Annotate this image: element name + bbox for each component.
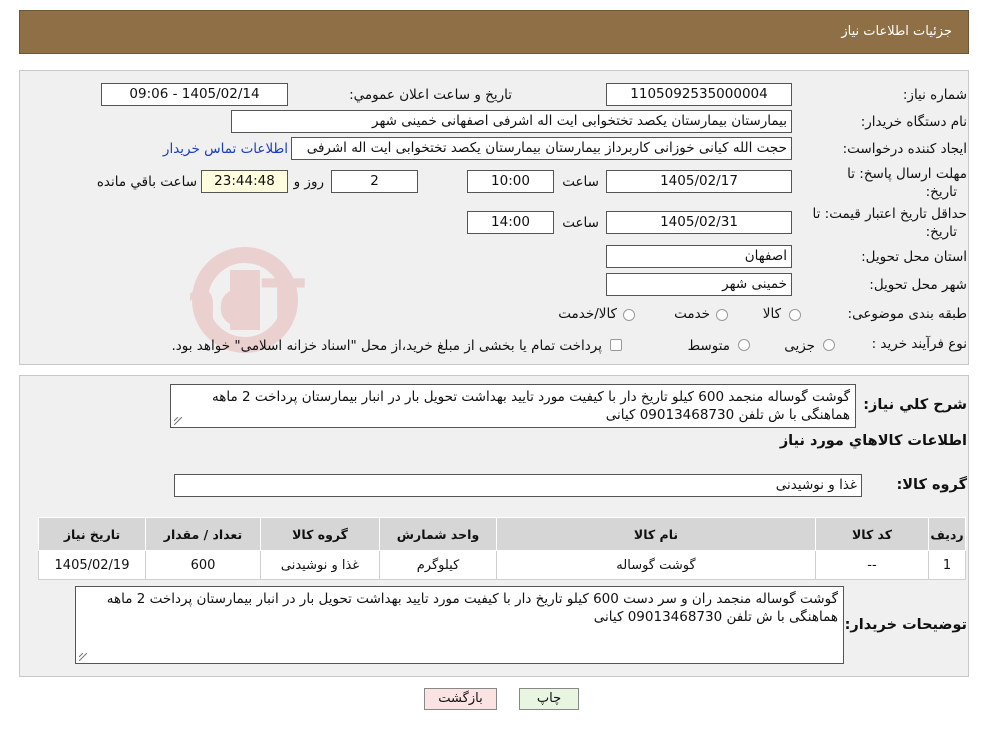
validity-label: حداقل تاریخ اعتبار قیمت: تا [812,206,967,222]
goods-table-wrapper: ردیف کد کالا نام کالا واحد شمارش گروه کا… [38,517,966,580]
process-option-minor: جزیی [784,338,815,354]
deadline-time-field[interactable]: 10:00 [467,170,554,193]
cell-goods-name: گوشت گوساله [496,550,816,580]
cell-row-number: 1 [928,550,966,580]
col-unit: واحد شمارش [379,517,497,551]
creator-field[interactable]: حجت الله کیانی خوزانی کاربرداز بیمارستان… [291,137,792,160]
need-number-field[interactable]: 1105092535000004 [606,83,792,106]
goods-table: ردیف کد کالا نام کالا واحد شمارش گروه کا… [38,517,966,580]
days-field[interactable]: 2 [331,170,418,193]
city-label: شهر محل تحویل: [869,277,967,293]
buyer-org-field[interactable]: بیمارستان بیمارستان یکصد تختخوابی ایت ال… [231,110,792,133]
announce-datetime-field[interactable]: 1405/02/14 - 09:06 [101,83,288,106]
need-summary-label: شرح کلي نیاز: [863,397,967,413]
category-option-goods: کالا [762,306,781,322]
days-label: روز و [293,174,324,190]
cell-unit: کیلوگرم [379,550,497,580]
need-number-label: شماره نیاز: [902,87,967,103]
cell-goods-code: -- [815,550,929,580]
cell-quantity: 600 [145,550,261,580]
buyer-contact-link[interactable]: اطلاعات تماس خریدار [163,141,288,157]
announce-datetime-label: تاریخ و ساعت اعلان عمومي: [349,87,512,103]
col-need-date: تاریخ نیاز [38,517,146,551]
deadline-label: مهلت ارسال پاسخ: تا [847,166,967,182]
goods-table-header: ردیف کد کالا نام کالا واحد شمارش گروه کا… [38,517,966,551]
table-row: 1 -- گوشت گوساله کیلوگرم غذا و نوشیدنی 6… [38,550,966,580]
city-field[interactable]: خمینی شهر [606,273,792,296]
process-radio-minor[interactable] [823,339,835,351]
category-radio-goods-service[interactable] [623,309,635,321]
cell-goods-group: غذا و نوشیدنی [260,550,380,580]
col-goods-group: گروه کالا [260,517,380,551]
remaining-time-field: 23:44:48 [201,170,288,193]
deadline-date-field[interactable]: 1405/02/17 [606,170,792,193]
col-quantity: تعداد / مقدار [145,517,261,551]
process-type-label: نوع فرآیند خرید : [871,336,967,352]
resize-grip-icon[interactable] [174,417,182,425]
deadline-time-label: ساعت [562,174,599,190]
remaining-time-label: ساعت باقي مانده [96,174,197,190]
need-summary-textarea[interactable]: گوشت گوساله منجمد 600 کیلو تاریخ دار با … [170,384,856,428]
treasury-checkbox[interactable] [610,339,622,351]
process-option-medium: متوسط [687,338,730,354]
validity-label-date: تاریخ: [925,224,957,240]
col-goods-code: کد کالا [815,517,929,551]
deadline-label-date: تاریخ: [925,184,957,200]
page-header: جزئیات اطلاعات نیاز [19,10,969,54]
goods-group-field[interactable]: غذا و نوشیدنی [174,474,862,497]
validity-time-field[interactable]: 14:00 [467,211,554,234]
province-field[interactable]: اصفهان [606,245,792,268]
need-summary-text: گوشت گوساله منجمد 600 کیلو تاریخ دار با … [211,389,850,423]
category-option-service: خدمت [674,306,710,322]
print-button[interactable]: چاپ [519,688,579,710]
validity-date-field[interactable]: 1405/02/31 [606,211,792,234]
process-radio-medium[interactable] [738,339,750,351]
page-title: جزئیات اطلاعات نیاز [841,24,952,39]
category-label: طبقه بندی موضوعی: [847,306,967,322]
goods-info-title: اطلاعات کالاهاي مورد نیاز [779,433,967,449]
category-radio-service[interactable] [716,309,728,321]
goods-group-label: گروه کالا: [896,477,967,493]
cell-need-date: 1405/02/19 [38,550,146,580]
validity-time-label: ساعت [562,215,599,231]
buyer-notes-textarea[interactable]: گوشت گوساله منجمد ران و سر دست 600 کیلو … [75,586,844,664]
col-row-number: ردیف [928,517,966,551]
province-label: استان محل تحویل: [861,249,967,265]
buyer-notes-label: توضیحات خریدار: [844,617,967,633]
back-button[interactable]: بازگشت [424,688,497,710]
category-option-goods-service: کالا/خدمت [558,306,617,322]
resize-grip-icon[interactable] [79,653,87,661]
col-goods-name: نام کالا [496,517,816,551]
process-note: پرداخت تمام یا بخشی از مبلغ خرید،از محل … [171,338,602,354]
watermark-text: AriaTender.neT [190,267,305,341]
creator-label: ایجاد کننده درخواست: [842,141,967,157]
buyer-notes-text: گوشت گوساله منجمد ران و سر دست 600 کیلو … [106,591,838,625]
category-radio-goods[interactable] [789,309,801,321]
buyer-org-label: نام دستگاه خریدار: [860,114,967,130]
